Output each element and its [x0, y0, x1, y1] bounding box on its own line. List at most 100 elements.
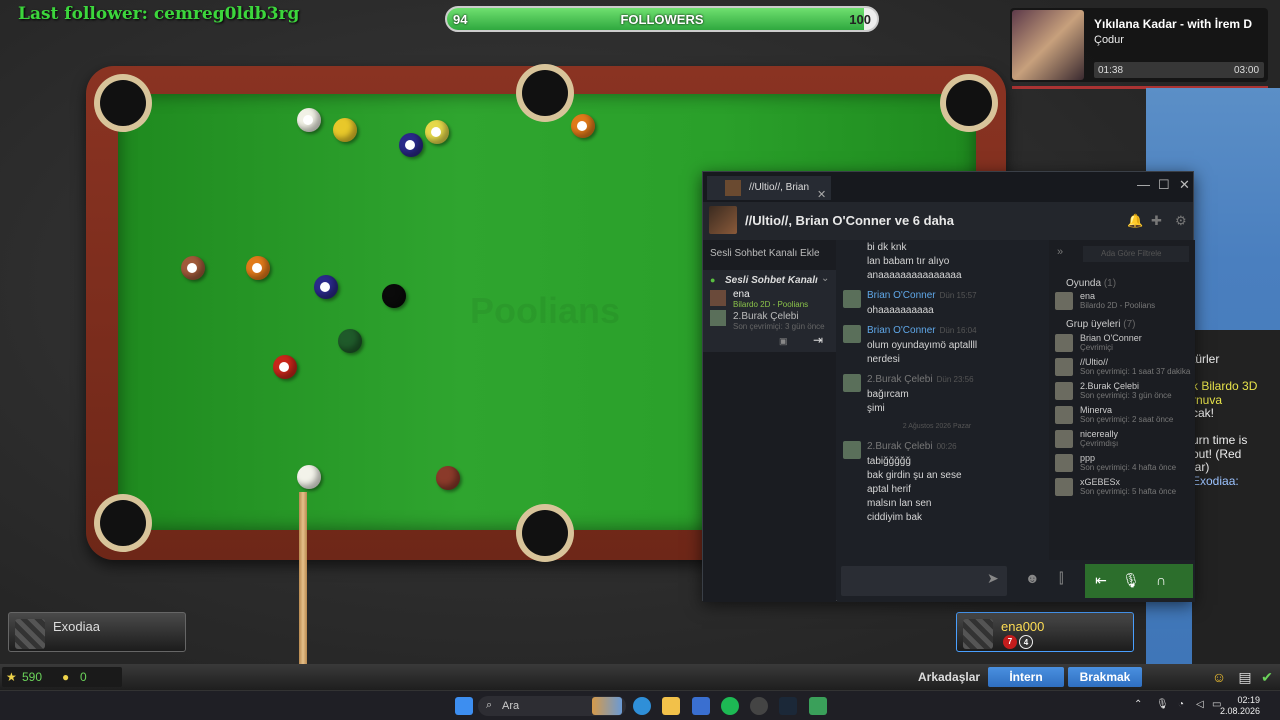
avatar [710, 310, 726, 326]
member-name[interactable]: ena [1080, 291, 1095, 301]
pocket-bottom-middle [522, 510, 568, 556]
message-author[interactable]: Brian O'Conner Dün 15:57 [867, 290, 977, 301]
avatar[interactable] [843, 374, 861, 392]
avatar[interactable] [1055, 334, 1073, 352]
volume-icon[interactable]: ◁ [1196, 699, 1204, 710]
emoji-icon[interactable]: ☻ [1025, 570, 1040, 586]
clock[interactable]: 02:19 2.08.2026 [1220, 695, 1260, 717]
member-name[interactable]: 2.Burak Çelebi [1080, 381, 1139, 391]
minimize-icon[interactable]: — [1137, 177, 1150, 192]
avatar[interactable] [1055, 430, 1073, 448]
avatar[interactable] [843, 290, 861, 308]
member-status: Çevrimdışı [1080, 439, 1119, 448]
folder-icon[interactable] [662, 697, 680, 715]
member-filter-input[interactable]: Ada Göre Filtrele [1083, 246, 1189, 262]
avatar [963, 619, 993, 649]
microphone-icon[interactable]: 🎙 [1119, 572, 1143, 589]
ball-striped [297, 108, 321, 132]
voice-user-status: Bilardo 2D - Poolians [733, 300, 809, 309]
emoji-icon[interactable]: ☺ [1210, 668, 1228, 686]
voice-user-status: Son çevrimiçi: 3 gün önce [733, 322, 825, 331]
author-name[interactable]: Brian O'Conner [867, 290, 936, 301]
voice-channel-name[interactable]: Sesli Sohbet Kanalı [725, 275, 818, 286]
close-icon[interactable]: ✕ [1179, 177, 1190, 193]
message-text: şimi [867, 403, 885, 414]
game-icon[interactable] [809, 697, 827, 715]
avatar[interactable] [1055, 292, 1073, 310]
search-highlight-icon [592, 697, 622, 715]
bell-icon[interactable]: 🔔 [1127, 213, 1143, 229]
ball-solid [436, 466, 460, 490]
quit-button[interactable]: Brakmak [1068, 667, 1142, 687]
chevron-down-icon[interactable]: ⌄ [821, 273, 829, 284]
message-text: bağırcam [867, 389, 909, 400]
message-author[interactable]: 2.Burak Çelebi 00:26 [867, 441, 957, 452]
spotify-icon[interactable] [721, 697, 739, 715]
game-bottom-bar: ★ 590 ● 0 Arkadaşlar İntern Brakmak ☺ ▤ … [0, 664, 1280, 690]
check-icon[interactable]: ✔ [1258, 668, 1276, 686]
member-name[interactable]: xGEBESx [1080, 477, 1120, 487]
send-icon[interactable]: ➤ [987, 570, 999, 587]
stream-chat: türler]k Bilardo 3Drnuvacak!]urn time is… [1192, 330, 1280, 664]
member-name[interactable]: Minerva [1080, 405, 1112, 415]
group-avatar [725, 180, 741, 196]
member-name[interactable]: nicereally [1080, 429, 1118, 439]
avatar[interactable] [843, 325, 861, 343]
close-tab-icon[interactable]: ✕ [817, 183, 826, 200]
cue-ball[interactable] [297, 465, 321, 489]
player-name: Exodiaa [53, 619, 100, 634]
clock-date: 2.08.2026 [1219, 706, 1260, 716]
mic-icon[interactable]: 🎙 [1156, 699, 1169, 710]
followers-label: FOLLOWERS [620, 12, 704, 27]
avatar[interactable] [1055, 406, 1073, 424]
pocket-top-left [100, 80, 146, 126]
author-name[interactable]: 2.Burak Çelebi [867, 441, 933, 452]
store-icon[interactable] [692, 697, 710, 715]
obs-icon[interactable] [750, 697, 768, 715]
author-name[interactable]: Brian O'Conner [867, 325, 936, 336]
gear-icon[interactable]: ⚙ [1175, 213, 1187, 229]
player-panel-left: Exodiaa [8, 612, 186, 652]
message-author[interactable]: Brian O'Conner Dün 16:04 [867, 325, 977, 336]
member-name[interactable]: //Ultio// [1080, 357, 1108, 367]
voice-sidebar: Sesli Sohbet Kanalı Ekle Sesli Sohbet Ka… [703, 240, 836, 602]
wifi-icon[interactable]: ◔ [1178, 699, 1184, 710]
intern-button[interactable]: İntern [988, 667, 1064, 687]
leave-voice-icon[interactable]: ⇥ [813, 333, 823, 347]
avatar[interactable] [1055, 382, 1073, 400]
voice-channel-section: Sesli Sohbet Kanalı ● ⌄ ena Bilardo 2D -… [703, 270, 836, 352]
steam-chat-window: //Ultio//, Brian ✕ — ☐ ✕ //Ultio//, Bria… [702, 171, 1195, 602]
mic-icon: ● [710, 275, 716, 285]
avatar[interactable] [843, 441, 861, 459]
member-name[interactable]: Brian O'Conner [1080, 333, 1142, 343]
avatar[interactable] [1055, 358, 1073, 376]
chat-icon[interactable]: ▤ [1236, 668, 1254, 686]
author-name[interactable]: 2.Burak Çelebi [867, 374, 933, 385]
settings-icon[interactable]: ▣ [779, 336, 788, 347]
voice-controls: ⇤ 🎙 ∩ [1085, 564, 1193, 598]
headphones-icon[interactable]: ∩ [1149, 572, 1173, 588]
collapse-icon[interactable]: » [1057, 246, 1063, 258]
voice-user-name: 2.Burak Çelebi [733, 311, 799, 322]
chat-tab[interactable]: //Ultio//, Brian ✕ [707, 176, 831, 200]
player-name: ena000 [1001, 619, 1045, 634]
attach-icon[interactable]: ⫿ [1059, 570, 1063, 587]
friends-label[interactable]: Arkadaşlar [918, 670, 980, 684]
steam-icon[interactable] [779, 697, 797, 715]
add-user-icon[interactable]: ✚ [1151, 213, 1162, 229]
avatar[interactable] [1055, 454, 1073, 472]
member-name[interactable]: ppp [1080, 453, 1095, 463]
edge-icon[interactable] [633, 697, 651, 715]
message-input[interactable] [841, 566, 1007, 596]
tray-chevron-icon[interactable]: ⌃ [1134, 699, 1142, 710]
windows-start-icon[interactable] [455, 697, 473, 715]
cue-stick[interactable] [299, 492, 307, 668]
maximize-icon[interactable]: ☐ [1158, 177, 1170, 193]
song-elapsed: 01:38 [1098, 65, 1124, 76]
message-time: Dün 16:04 [939, 326, 977, 335]
message-author[interactable]: 2.Burak Çelebi Dün 23:56 [867, 374, 974, 385]
avatar[interactable] [1055, 478, 1073, 496]
leave-voice-icon[interactable]: ⇤ [1089, 572, 1113, 589]
add-voice-channel[interactable]: Sesli Sohbet Kanalı Ekle [710, 248, 820, 259]
avatar [710, 290, 726, 306]
